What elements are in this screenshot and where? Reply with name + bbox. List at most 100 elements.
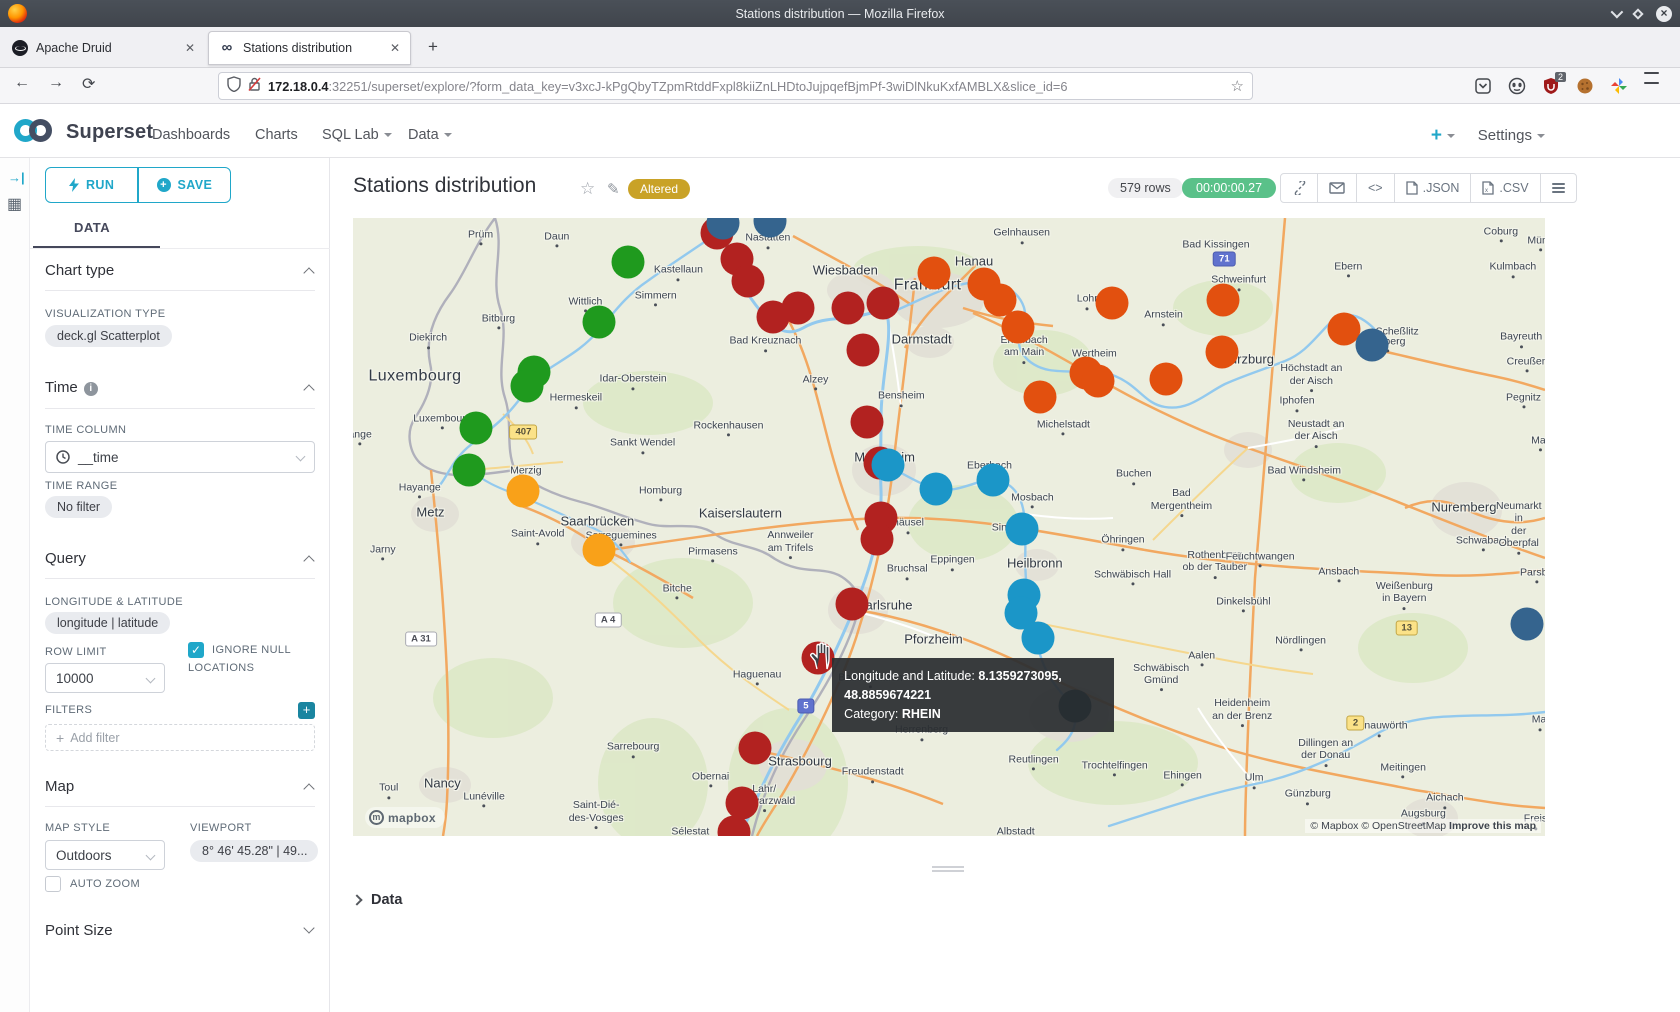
share-link-button[interactable]: [1281, 174, 1318, 202]
window-minimize-icon[interactable]: [1611, 6, 1624, 19]
tab-stations-distribution[interactable]: ∞ Stations distribution ✕: [208, 31, 411, 65]
superset-logo-icon[interactable]: [14, 118, 60, 144]
map-point[interactable]: [861, 522, 894, 555]
export-json-button[interactable]: .JSON: [1395, 174, 1472, 202]
ublock-icon[interactable]: 2: [1542, 77, 1560, 95]
map-point[interactable]: [1205, 336, 1238, 369]
shield-icon[interactable]: [227, 76, 241, 97]
settings-menu[interactable]: Settings: [1478, 127, 1545, 144]
bookmark-star-icon[interactable]: ☆: [1231, 77, 1244, 95]
map-point[interactable]: [977, 464, 1010, 497]
row-count-badge: 579 rows: [1108, 178, 1183, 198]
embed-code-button[interactable]: <>: [1357, 174, 1395, 202]
map-point[interactable]: [1356, 328, 1389, 361]
map-point[interactable]: [738, 731, 771, 764]
map-point[interactable]: [919, 473, 952, 506]
nav-charts[interactable]: Charts: [255, 127, 298, 143]
superset-brand[interactable]: Superset: [66, 121, 153, 144]
row-limit-select[interactable]: 10000: [45, 663, 165, 693]
map-point[interactable]: [1002, 311, 1035, 344]
add-new-button[interactable]: +: [1431, 125, 1455, 147]
back-icon[interactable]: ←: [14, 74, 30, 92]
map-point[interactable]: [850, 405, 883, 438]
viewport-label: VIEWPORT: [190, 822, 252, 834]
map-point[interactable]: [725, 786, 758, 819]
cookie-extension-icon[interactable]: [1576, 77, 1594, 95]
pocket-icon[interactable]: [1474, 77, 1492, 95]
lock-insecure-icon[interactable]: [248, 76, 261, 97]
save-button[interactable]: + SAVE: [139, 168, 230, 202]
new-tab-button[interactable]: +: [428, 37, 438, 57]
map-point[interactable]: [781, 292, 814, 325]
map-point[interactable]: [582, 306, 615, 339]
nav-sql-lab[interactable]: SQL Lab: [322, 127, 392, 143]
map-point[interactable]: [872, 448, 905, 481]
run-button[interactable]: RUN: [46, 168, 137, 202]
altered-badge[interactable]: Altered: [628, 179, 690, 199]
email-button[interactable]: [1318, 174, 1357, 202]
map-point[interactable]: [452, 453, 485, 486]
time-range-pill[interactable]: No filter: [45, 496, 112, 518]
reload-icon[interactable]: ⟳: [82, 74, 95, 94]
export-csv-button[interactable]: x .CSV: [1471, 174, 1540, 202]
nav-data[interactable]: Data: [408, 127, 452, 143]
chart-menu-button[interactable]: [1541, 174, 1576, 202]
map-point[interactable]: [1023, 380, 1056, 413]
map-place-label: Nancy: [424, 776, 461, 791]
menu-hamburger-icon[interactable]: [1644, 77, 1662, 95]
forward-icon[interactable]: →: [48, 74, 64, 92]
edit-pencil-icon[interactable]: ✎: [607, 180, 620, 198]
time-column-select[interactable]: __time: [45, 441, 315, 473]
map-point[interactable]: [1511, 608, 1544, 641]
map-point[interactable]: [511, 370, 544, 403]
section-chart-type[interactable]: Chart type: [45, 262, 315, 279]
section-query[interactable]: Query: [45, 550, 315, 567]
tab-close-icon[interactable]: ✕: [390, 41, 400, 55]
section-point-size[interactable]: Point Size: [45, 922, 315, 939]
map-point[interactable]: [1005, 513, 1038, 546]
map-point[interactable]: [1096, 287, 1129, 320]
section-time[interactable]: Timei: [45, 379, 315, 396]
map-point[interactable]: [1149, 362, 1182, 395]
map-point[interactable]: [459, 412, 492, 445]
map-point[interactable]: [1022, 622, 1055, 655]
pinwheel-extension-icon[interactable]: [1610, 77, 1628, 95]
section-map[interactable]: Map: [45, 778, 315, 795]
mapbox-logo[interactable]: m mapbox: [365, 807, 445, 828]
map-point[interactable]: [582, 533, 615, 566]
expand-panel-icon[interactable]: →|: [8, 170, 25, 185]
window-close-icon[interactable]: ×: [1656, 6, 1672, 22]
map-point[interactable]: [831, 291, 864, 324]
add-filter-box[interactable]: +Add filter: [45, 724, 315, 751]
map-point[interactable]: [867, 287, 900, 320]
tab-data[interactable]: DATA: [74, 220, 110, 235]
data-panel-collapsed[interactable]: Data: [353, 892, 402, 908]
map-point[interactable]: [731, 265, 764, 298]
window-maximize-icon[interactable]: [1632, 8, 1643, 19]
add-filter-plus-button[interactable]: +: [298, 702, 315, 719]
map-point[interactable]: [507, 474, 540, 507]
map-attribution[interactable]: © Mapbox © OpenStreetMap Improve this ma…: [1305, 819, 1541, 833]
ignore-null-checkbox[interactable]: ✓: [188, 642, 204, 658]
url-field[interactable]: 172.18.0.4:32251/superset/explore/?form_…: [218, 72, 1253, 100]
map-point[interactable]: [1082, 364, 1115, 397]
map-point[interactable]: [1207, 284, 1240, 317]
resize-drag-handle[interactable]: [932, 866, 964, 868]
map-point[interactable]: [917, 257, 950, 290]
tab-close-icon[interactable]: ✕: [185, 41, 195, 55]
auto-zoom-checkbox[interactable]: [45, 876, 61, 892]
map-point[interactable]: [612, 246, 645, 279]
lonlat-pill[interactable]: longitude | latitude: [45, 612, 170, 634]
dataset-grid-icon[interactable]: ▦: [7, 194, 22, 214]
nav-dashboards[interactable]: Dashboards: [152, 127, 230, 143]
map-point[interactable]: [847, 333, 880, 366]
viz-type-pill[interactable]: deck.gl Scatterplot: [45, 325, 172, 347]
map-point[interactable]: [836, 587, 869, 620]
link-icon: [1292, 181, 1306, 195]
viewport-pill[interactable]: 8° 46' 45.28" | 49...: [190, 840, 318, 862]
map-style-select[interactable]: Outdoors: [45, 840, 165, 870]
mask-extension-icon[interactable]: [1508, 77, 1526, 95]
map-canvas[interactable]: m mapbox © Mapbox © OpenStreetMap Improv…: [353, 218, 1545, 836]
tab-apache-druid[interactable]: Apache Druid ✕: [2, 31, 205, 65]
favorite-star-icon[interactable]: ☆: [580, 179, 595, 199]
